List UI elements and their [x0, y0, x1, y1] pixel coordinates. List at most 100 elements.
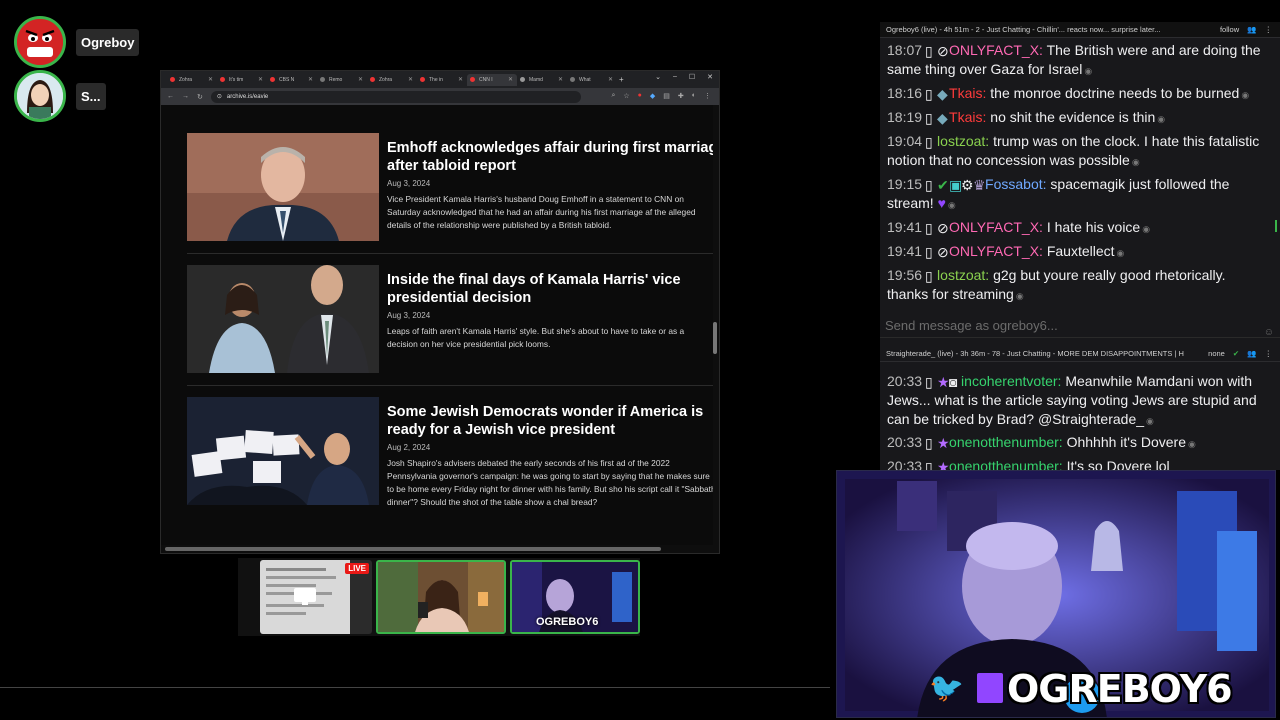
stream-thumbnail-ogreboy[interactable]: OGREBOY6 — [510, 560, 640, 634]
article-description: Vice President Kamala Harris's husband D… — [387, 194, 696, 230]
vertical-scrollbar[interactable] — [713, 117, 717, 537]
reply-icon[interactable]: ◉ — [1157, 114, 1165, 124]
chat-message[interactable]: 20:33 ▯ ★onenotthenumber: Ohhhhh it's Dove… — [887, 433, 1267, 454]
reply-icon[interactable]: ◉ — [948, 200, 956, 210]
reply-icon[interactable]: ◉ — [1132, 157, 1140, 167]
users-icon[interactable]: 👥 — [1247, 349, 1256, 358]
reply-icon[interactable]: ◉ — [1241, 90, 1249, 100]
browser-tab[interactable]: Zohra ✕ — [367, 74, 417, 86]
trash-icon[interactable]: ▯ — [925, 373, 934, 390]
crown-icon: ♛ — [973, 177, 986, 193]
chat-input[interactable]: Send message as ogreboy6... ☺ — [880, 314, 1280, 338]
follow-status[interactable]: none — [1208, 349, 1225, 358]
article-item[interactable]: Some Jewish Democrats wonder if America … — [187, 397, 713, 507]
search-icon[interactable]: ⌕ — [611, 92, 615, 100]
browser-tab[interactable]: Mamd ✕ — [517, 74, 567, 86]
article-date: Aug 3, 2024 — [387, 179, 431, 188]
close-icon[interactable]: ✕ — [608, 76, 613, 83]
chat-message[interactable]: 19:04 ▯ lostzoat: trump was on the clock. … — [887, 132, 1267, 172]
extension-icon[interactable]: ◆ — [650, 92, 655, 100]
menu-dots-icon[interactable]: ⋮ — [1265, 25, 1273, 34]
chat-scrollbar[interactable] — [1275, 220, 1277, 232]
emoji-icon[interactable]: ☺ — [1264, 327, 1274, 338]
trash-icon[interactable]: ▯ — [925, 267, 934, 284]
chat-message[interactable]: 20:33 ▯ ★◙ incoherentvoter: Meanwhile Mamda… — [887, 372, 1267, 431]
heart-emote-icon: ♥ — [937, 195, 946, 211]
close-icon[interactable]: ✕ — [308, 76, 313, 83]
stream-thumbnail-screen[interactable]: LIVE — [260, 560, 372, 634]
chevron-down-icon[interactable]: ⌄ — [655, 73, 661, 81]
close-icon[interactable]: ✕ — [508, 76, 513, 83]
chat-message[interactable]: 18:07 ▯ ⊘ONLYFACT_X: The British were and … — [887, 41, 1267, 81]
browser-tab[interactable]: Zohra ✕ — [167, 74, 217, 86]
close-icon[interactable]: ✕ — [707, 73, 713, 81]
close-icon[interactable]: ✕ — [408, 76, 413, 83]
browser-tab[interactable]: The in ✕ — [417, 74, 467, 86]
address-input[interactable]: ⊙ archive.is/eavie — [210, 90, 581, 103]
horizontal-scrollbar[interactable] — [165, 547, 713, 551]
follow-button[interactable]: follow — [1220, 25, 1239, 34]
maximize-icon[interactable]: ☐ — [689, 73, 695, 81]
new-tab-icon[interactable]: + — [619, 75, 624, 84]
chat-message[interactable]: 19:15 ▯ ✔▣⚙♛Fossabot: spacemagik just foll… — [887, 175, 1267, 215]
trash-icon[interactable]: ▯ — [925, 109, 934, 126]
site-info-icon[interactable]: ⊙ — [217, 93, 222, 100]
forward-icon[interactable]: → — [182, 93, 189, 100]
trash-icon[interactable]: ▯ — [925, 176, 934, 193]
article-title[interactable]: Emhoff acknowledges affair during first … — [387, 139, 713, 175]
browser-window[interactable]: Zohra ✕ It's tim ✕ CBS N ✕ Remo ✕ Zohra ✕ The… — [160, 70, 720, 554]
profile-icon[interactable]: ◐ — [692, 92, 696, 100]
trash-icon[interactable]: ▯ — [925, 42, 934, 59]
reply-icon[interactable]: ◉ — [1142, 224, 1150, 234]
users-icon[interactable]: 👥 — [1247, 25, 1256, 34]
reply-icon[interactable]: ◉ — [1016, 291, 1024, 301]
mute-icon: ⊘ — [937, 43, 949, 59]
article-item[interactable]: Emhoff acknowledges affair during first … — [187, 133, 713, 243]
minimize-icon[interactable]: – — [673, 73, 677, 81]
close-icon[interactable]: ✕ — [208, 76, 213, 83]
article-title[interactable]: Inside the final days of Kamala Harris' … — [387, 271, 713, 307]
chat-message[interactable]: 19:41 ▯ ⊘ONLYFACT_X: I hate his voice ◉ — [887, 218, 1267, 239]
article-title[interactable]: Some Jewish Democrats wonder if America … — [387, 403, 713, 439]
participant-ogreboy[interactable]: Ogreboy — [14, 16, 140, 68]
browser-tab[interactable]: CBS N ✕ — [267, 74, 317, 86]
browser-tab-active[interactable]: CNN I ✕ — [467, 73, 517, 86]
browser-tab[interactable]: It's tim ✕ — [217, 74, 267, 86]
browser-tab[interactable]: What ✕ — [567, 74, 617, 86]
article-date: Aug 2, 2024 — [387, 443, 431, 452]
close-icon[interactable]: ✕ — [258, 76, 263, 83]
menu-dots-icon[interactable]: ⋮ — [704, 92, 711, 100]
check-icon[interactable]: ✔ — [1233, 349, 1239, 358]
close-icon[interactable]: ✕ — [358, 76, 363, 83]
trash-icon[interactable]: ▯ — [925, 85, 934, 102]
trash-icon[interactable]: ▯ — [925, 243, 934, 260]
browser-tab[interactable]: Remo ✕ — [317, 74, 367, 86]
chat-message[interactable]: 20:33 ▯ ★onenotthenumber: It's so Dovere l… — [887, 457, 1267, 470]
chat-message[interactable]: 19:56 ▯ lostzoat: g2g but youre really goo… — [887, 266, 1267, 306]
bot-badge-icon: ▣ — [949, 177, 963, 193]
close-icon[interactable]: ✕ — [458, 76, 463, 83]
extension-icon[interactable]: ● — [638, 92, 642, 100]
chat-message[interactable]: 18:19 ▯ ◆Tkais: no shit the evidence is th… — [887, 108, 1267, 129]
trash-icon[interactable]: ▯ — [925, 434, 934, 451]
reply-icon[interactable]: ◉ — [1084, 66, 1092, 76]
chat-message[interactable]: 19:41 ▯ ⊘ONLYFACT_X: Fauxtellect ◉ — [887, 242, 1267, 263]
reply-icon[interactable]: ◉ — [1117, 248, 1125, 258]
participant-s[interactable]: S... — [14, 70, 106, 122]
menu-dots-icon[interactable]: ⋮ — [1265, 349, 1273, 358]
chat-message[interactable]: 18:16 ▯ ◆Tkais: the monroe doctrine needs … — [887, 84, 1267, 105]
bookmark-star-icon[interactable]: ☆ — [623, 92, 629, 100]
article-item[interactable]: Inside the final days of Kamala Harris' … — [187, 265, 713, 375]
trash-icon[interactable]: ▯ — [925, 133, 934, 150]
trash-icon[interactable]: ▯ — [925, 219, 934, 236]
extension-icon[interactable]: ▤ — [663, 92, 670, 100]
reply-icon[interactable]: ◉ — [1188, 439, 1196, 449]
reload-icon[interactable]: ↻ — [197, 93, 203, 101]
badge-icon: ◆ — [937, 86, 948, 102]
stream-thumbnail-guest[interactable] — [376, 560, 506, 634]
puzzle-icon[interactable]: ✚ — [678, 92, 684, 100]
close-icon[interactable]: ✕ — [558, 76, 563, 83]
reply-icon[interactable]: ◉ — [1146, 416, 1154, 426]
back-icon[interactable]: ← — [167, 93, 174, 100]
trash-icon[interactable]: ▯ — [925, 458, 934, 470]
